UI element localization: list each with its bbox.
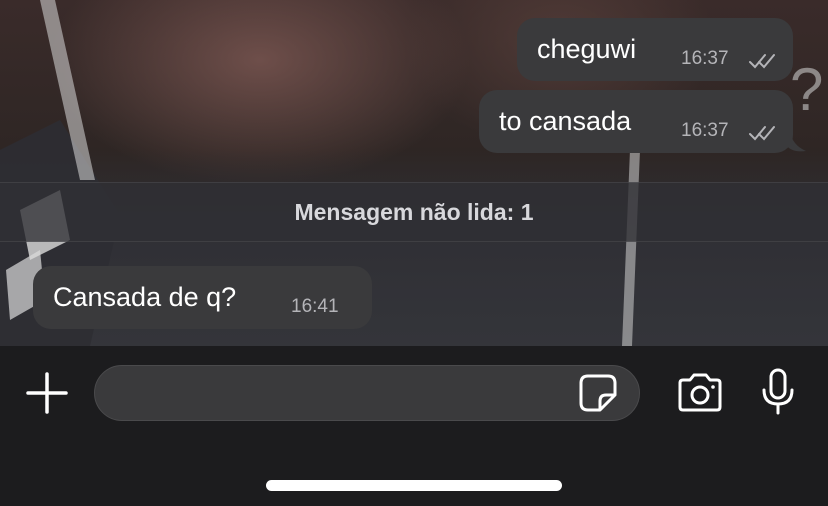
- unread-messages-divider: Mensagem não lida: 1: [0, 182, 828, 242]
- incoming-message[interactable]: Cansada de q? 16:41: [33, 266, 372, 329]
- message-time: 16:41: [291, 296, 339, 317]
- microphone-icon[interactable]: [760, 368, 796, 416]
- read-ticks-icon: [749, 126, 775, 141]
- outgoing-message[interactable]: to cansada 16:37: [479, 90, 793, 153]
- message-input[interactable]: [94, 365, 640, 421]
- home-indicator[interactable]: [266, 480, 562, 491]
- read-ticks-icon: [749, 54, 775, 69]
- message-text: Cansada de q?: [53, 282, 237, 312]
- message-time: 16:37: [681, 120, 729, 141]
- plus-icon[interactable]: [25, 371, 69, 415]
- bubble-tail: [786, 131, 806, 152]
- svg-text:?: ?: [790, 56, 823, 123]
- message-text: cheguwi: [537, 34, 637, 64]
- unread-banner-text: Mensagem não lida: 1: [294, 198, 534, 225]
- camera-icon[interactable]: [676, 373, 724, 413]
- message-time: 16:37: [681, 48, 729, 69]
- outgoing-message[interactable]: cheguwi 16:37: [517, 18, 793, 81]
- sticker-icon[interactable]: [578, 373, 618, 413]
- message-text: to cansada: [499, 106, 632, 136]
